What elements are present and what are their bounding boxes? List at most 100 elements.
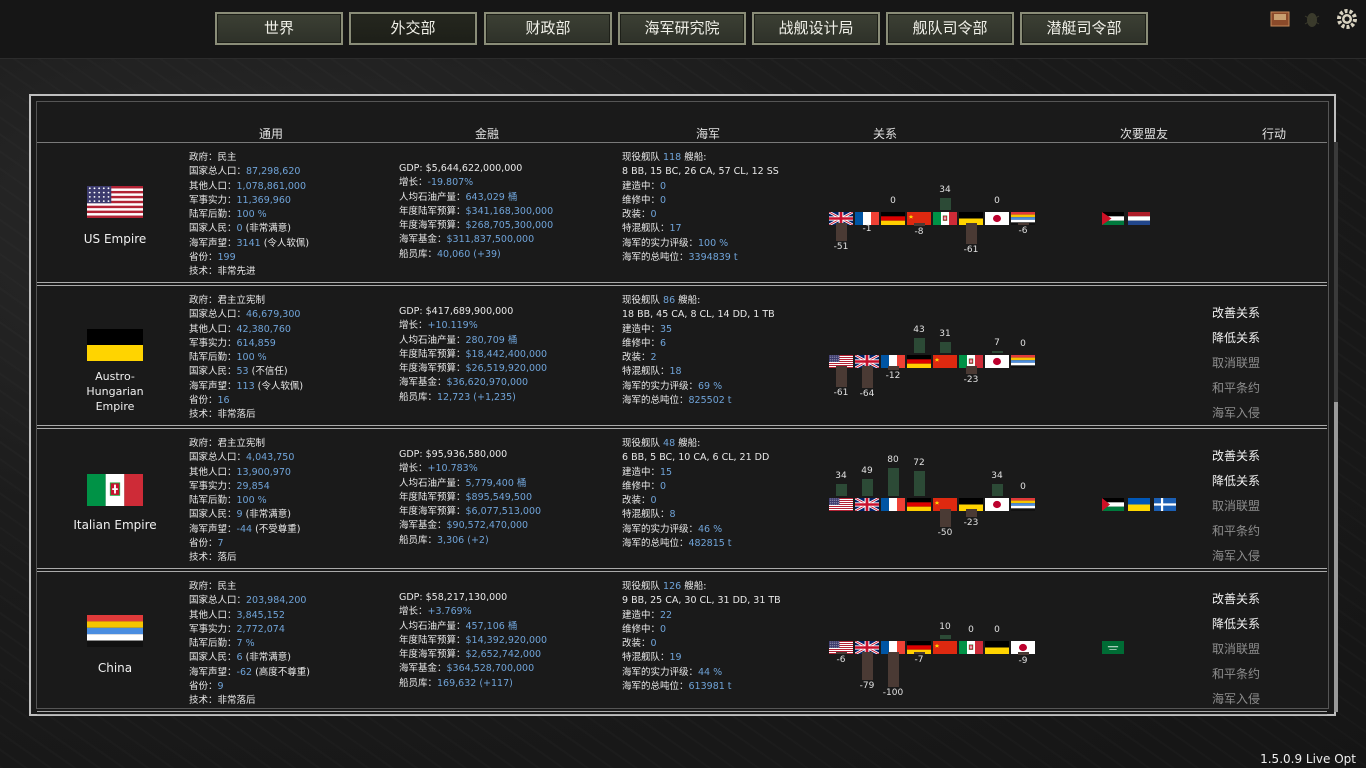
action-button[interactable]: 取消联盟 — [1212, 494, 1260, 519]
action-button[interactable]: 取消联盟 — [1212, 351, 1260, 376]
relation-flag-cn_red[interactable] — [933, 353, 957, 368]
gear-icon[interactable] — [1334, 6, 1360, 32]
relation-flag-uk[interactable] — [854, 496, 880, 513]
action-button[interactable]: 和平条约 — [1212, 519, 1260, 544]
relation-value: 0 — [994, 196, 1000, 206]
relation-flag-uk[interactable] — [854, 639, 880, 656]
navy-info: 现役舰队 86 艘船: 18 BB, 45 CA, 8 CL, 14 DD, 1 … — [622, 295, 775, 407]
relation-value: -8 — [914, 227, 924, 237]
relation-bar — [888, 652, 899, 687]
relation-flag-fr[interactable] — [881, 639, 905, 654]
relation-flag-cn[interactable] — [1011, 353, 1035, 368]
country-flag — [87, 615, 143, 647]
relation-bar — [862, 652, 873, 680]
relation-flag-fr[interactable] — [881, 496, 905, 511]
actions-list: 改善关系 降低关系 取消联盟 和平条约 海军入侵 — [1212, 301, 1260, 426]
minor-ally-flag-nl[interactable] — [1128, 210, 1150, 225]
relation-flag-it[interactable] — [959, 639, 983, 654]
relations-chart: -6 -79 -100 -7 10 0 0 -9 — [829, 573, 1089, 711]
relation-flag-fr[interactable] — [855, 210, 879, 225]
country-flag — [87, 474, 143, 506]
action-button[interactable]: 和平条约 — [1212, 376, 1260, 401]
relation-flag-jp[interactable] — [985, 210, 1009, 225]
relation-bar — [992, 484, 1003, 496]
header-minor-allies: 次要盟友 — [1120, 127, 1169, 141]
relation-bar — [888, 468, 899, 496]
nav-tab-2[interactable]: 财政部 — [484, 12, 612, 45]
general-info: 政府：民主 国家总人口：203,984,200 其他人口：3,845,152 军事实力… — [189, 581, 310, 707]
relation-flag-us[interactable] — [829, 353, 853, 368]
action-button[interactable]: 和平条约 — [1212, 662, 1260, 687]
row-divider — [37, 425, 1327, 429]
relation-bar — [940, 509, 951, 527]
relation-bar — [836, 484, 847, 496]
relation-flag-uk[interactable] — [828, 210, 854, 227]
relation-flag-de[interactable] — [907, 639, 931, 654]
relation-flag-us[interactable] — [829, 496, 853, 511]
version-label: 1.5.0.9 Live Opt — [1260, 752, 1356, 766]
header-divider — [37, 142, 1327, 143]
relation-flag-cn_red[interactable] — [933, 496, 957, 511]
relation-flag-de[interactable] — [907, 496, 931, 511]
relation-bar — [966, 366, 977, 374]
action-button[interactable]: 海军入侵 — [1212, 401, 1260, 426]
relation-flag-it[interactable] — [933, 210, 957, 225]
header-finance: 金融 — [475, 127, 500, 141]
bug-icon[interactable] — [1301, 8, 1323, 30]
relation-flag-cn[interactable] — [1011, 496, 1035, 511]
nav-tab-4[interactable]: 战舰设计局 — [752, 12, 880, 45]
relation-value: 31 — [939, 329, 951, 339]
action-button[interactable]: 改善关系 — [1212, 301, 1260, 326]
country-row: Austro- Hungarian Empire 政府：君主立宪制 国家总人口：46,6… — [37, 287, 1327, 425]
nav-tab-6[interactable]: 潜艇司令部 — [1020, 12, 1148, 45]
relation-value: 72 — [913, 458, 925, 468]
relation-value: 34 — [991, 471, 1003, 481]
country-row: Italian Empire 政府：君主立宪制 国家总人口：4,043,750 其他人… — [37, 430, 1327, 568]
book-icon[interactable] — [1269, 8, 1291, 30]
action-button[interactable]: 降低关系 — [1212, 612, 1260, 637]
relation-value: -61 — [963, 245, 979, 255]
action-button[interactable]: 取消联盟 — [1212, 637, 1260, 662]
relation-flag-cn_red[interactable] — [907, 210, 931, 225]
relation-bar — [914, 471, 925, 496]
nav-tab-5[interactable]: 舰队司令部 — [886, 12, 1014, 45]
action-button[interactable]: 改善关系 — [1212, 587, 1260, 612]
scrollbar-thumb[interactable] — [1334, 402, 1338, 712]
navy-info: 现役舰队 48 艘船: 6 BB, 5 BC, 10 CA, 6 CL, 21 D… — [622, 438, 770, 550]
relation-bar — [836, 366, 847, 387]
nav-tab-1[interactable]: 外交部 — [349, 12, 477, 45]
minor-ally-flag-ua[interactable] — [1128, 496, 1150, 511]
action-button[interactable]: 降低关系 — [1212, 469, 1260, 494]
minor-ally-flag-fi[interactable] — [1154, 496, 1176, 511]
relation-flag-fr[interactable] — [881, 353, 905, 368]
relation-flag-cn[interactable] — [1011, 210, 1035, 225]
finance-info: GDP: $58,217,130,000 增长：+3.769% 人均石油产量：457… — [399, 592, 548, 689]
relation-bar — [1018, 652, 1029, 655]
relation-value: 0 — [994, 625, 1000, 635]
finance-info: GDP: $5,644,622,000,000 增长：-19.807% 人均石油产量… — [399, 163, 554, 260]
relation-value: -23 — [963, 375, 979, 385]
row-divider — [37, 282, 1327, 286]
relation-flag-jp[interactable] — [985, 496, 1009, 511]
minor-ally-flag-sa[interactable] — [1102, 639, 1124, 654]
action-button[interactable]: 海军入侵 — [1212, 687, 1260, 712]
nav-tab-3[interactable]: 海军研究院 — [618, 12, 746, 45]
relation-flag-de[interactable] — [907, 353, 931, 368]
action-button[interactable]: 改善关系 — [1212, 444, 1260, 469]
relation-flag-de[interactable] — [881, 210, 905, 225]
minor-ally-flag-jo[interactable] — [1102, 210, 1124, 225]
relation-flag-at[interactable] — [959, 210, 983, 225]
relation-flag-jp[interactable] — [1011, 639, 1035, 654]
relation-flag-jp[interactable] — [985, 353, 1009, 368]
nav-tab-0[interactable]: 世界 — [215, 12, 343, 45]
relation-flag-at[interactable] — [959, 496, 983, 511]
action-button[interactable]: 降低关系 — [1212, 326, 1260, 351]
action-button[interactable]: 海军入侵 — [1212, 544, 1260, 569]
relation-flag-us[interactable] — [829, 639, 853, 654]
minor-ally-flag-ps[interactable] — [1102, 496, 1124, 511]
relation-flag-cn_red[interactable] — [933, 639, 957, 654]
relation-flag-uk[interactable] — [854, 353, 880, 370]
relation-flag-at[interactable] — [985, 639, 1009, 654]
relation-flag-it[interactable] — [959, 353, 983, 368]
relation-value: -51 — [833, 242, 849, 252]
